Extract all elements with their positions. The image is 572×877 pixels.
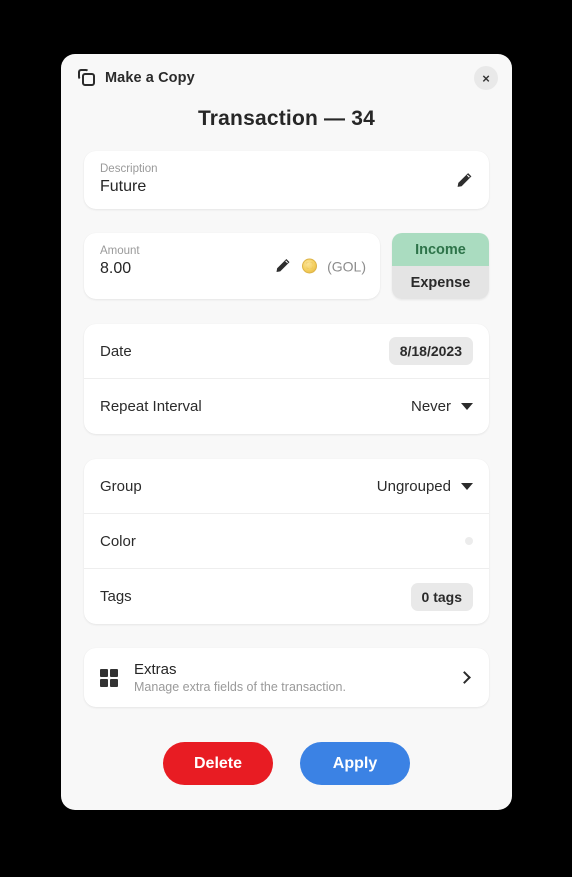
color-row: Color — [84, 514, 489, 569]
amount-card[interactable]: Amount 8.00 ⛶ (GOL) — [84, 233, 380, 299]
coin-icon[interactable]: ⛶ — [302, 258, 318, 274]
currency-code: (GOL) — [327, 258, 366, 274]
chevron-right-icon — [458, 671, 471, 684]
tags-value-button[interactable]: 0 tags — [410, 582, 473, 611]
grouping-card: Group Ungrouped Color Tags 0 tags — [84, 459, 489, 624]
repeat-interval-value: Never — [410, 398, 451, 415]
dialog-titlebar: Make a Copy × — [61, 54, 512, 102]
tags-label: Tags — [100, 588, 132, 605]
transaction-dialog: Make a Copy × Transaction — 34 Descripti… — [61, 54, 512, 810]
description-label: Description — [100, 163, 158, 175]
chevron-down-icon — [461, 403, 473, 410]
amount-section: Amount 8.00 ⛶ (GOL) Income Expense — [84, 233, 489, 299]
color-swatch-button[interactable] — [465, 537, 473, 545]
schedule-section: Date 8/18/2023 Repeat Interval Never — [84, 324, 489, 434]
delete-button[interactable]: Delete — [163, 742, 273, 785]
date-label: Date — [100, 342, 132, 360]
grid-icon — [100, 668, 118, 687]
group-label: Group — [100, 477, 142, 495]
chevron-down-icon — [461, 482, 473, 490]
date-value-button[interactable]: 8/18/2023 — [388, 337, 473, 365]
extras-row[interactable]: Extras Manage extra fields of the transa… — [84, 648, 489, 707]
color-label: Color — [100, 532, 136, 550]
amount-label: Amount — [100, 245, 140, 257]
repeat-interval-label: Repeat Interval — [100, 398, 202, 415]
extras-title: Extras — [134, 661, 177, 678]
tags-row: Tags 0 tags — [84, 569, 489, 624]
screen-root: Make a Copy × Transaction — 34 Descripti… — [0, 0, 572, 877]
extras-section: Extras Manage extra fields of the transa… — [84, 648, 489, 707]
extras-subtitle: Manage extra fields of the transaction. — [134, 680, 346, 694]
group-value: Ungrouped — [376, 477, 451, 495]
extras-text: Extras Manage extra fields of the transa… — [134, 661, 460, 694]
amount-controls: ⛶ (GOL) — [275, 258, 366, 275]
close-icon[interactable]: × — [474, 66, 498, 90]
description-card[interactable]: Description Future — [84, 151, 489, 209]
schedule-card: Date 8/18/2023 Repeat Interval Never — [84, 324, 489, 434]
pencil-icon[interactable] — [456, 172, 473, 189]
repeat-interval-row: Repeat Interval Never — [84, 379, 489, 434]
date-row: Date 8/18/2023 — [84, 324, 489, 379]
pencil-icon[interactable] — [275, 258, 292, 275]
dialog-footer: Delete Apply — [84, 742, 489, 785]
description-value: Future — [100, 178, 147, 195]
grouping-section: Group Ungrouped Color Tags 0 tags — [84, 459, 489, 624]
apply-button[interactable]: Apply — [300, 742, 410, 785]
copy-icon — [78, 69, 96, 87]
description-section: Description Future — [84, 151, 489, 209]
page-title: Transaction — 34 — [197, 107, 376, 130]
group-select[interactable]: Ungrouped — [377, 478, 473, 495]
repeat-interval-select[interactable]: Never — [411, 398, 473, 415]
expense-option[interactable]: Expense — [392, 266, 489, 299]
group-row: Group Ungrouped — [84, 459, 489, 514]
transaction-type-toggle: Income Expense — [392, 233, 489, 299]
make-a-copy-label: Make a Copy — [105, 70, 195, 86]
income-option[interactable]: Income — [392, 233, 489, 266]
